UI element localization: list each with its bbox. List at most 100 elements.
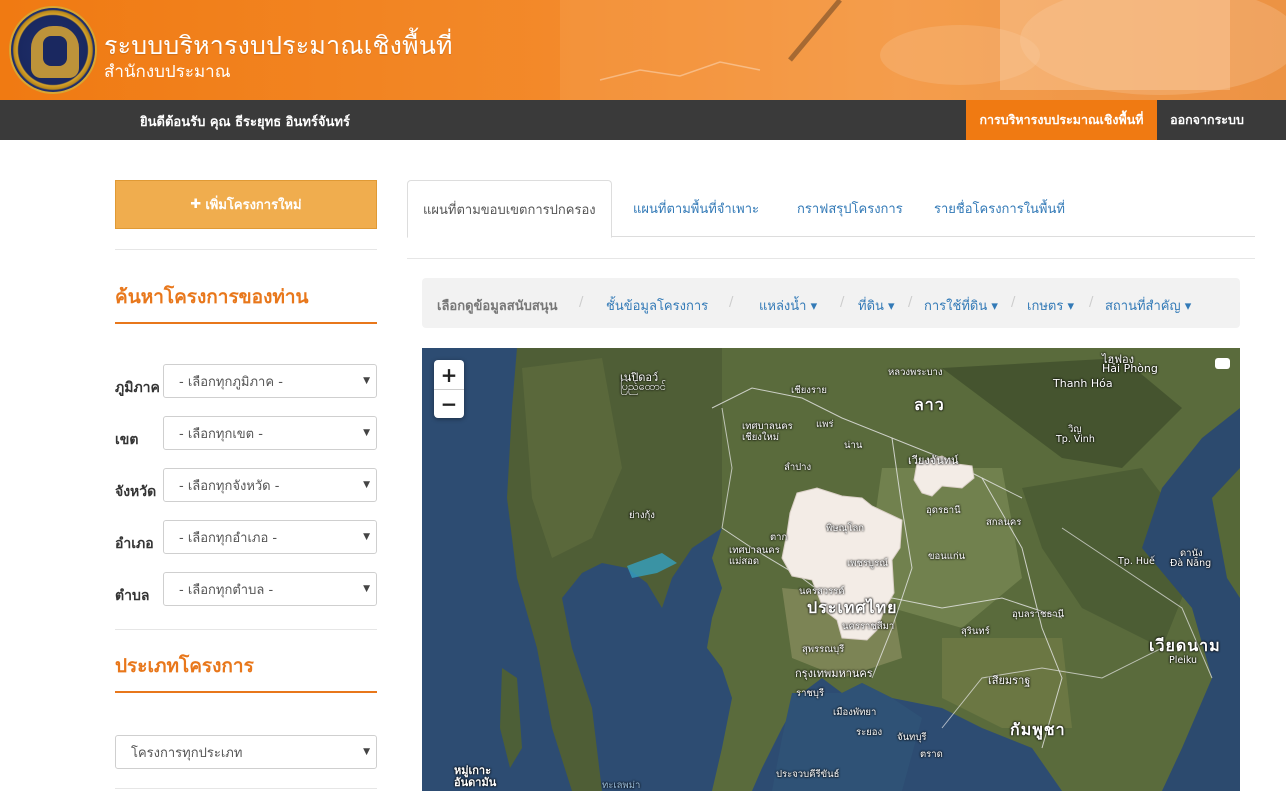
map-label-chanthaburi: จันทบุรี [897, 732, 927, 743]
divider [115, 788, 377, 789]
project-type-select-value: โครงการทุกประเภท [131, 745, 243, 761]
map-label-andaman-sea: ทะเลพม่า [602, 780, 641, 791]
search-heading: ค้นหาโครงการของท่าน [115, 286, 309, 308]
layers-toggle-icon[interactable] [1215, 358, 1230, 369]
map-label-andaman: หมู่เกาะ อันดามัน [454, 764, 497, 789]
layer-land-menu[interactable]: ที่ดิน ▾ [858, 295, 895, 316]
separator: / [908, 295, 913, 310]
nav-budget-management[interactable]: การบริหารงบประมาณเชิงพื้นที่ [966, 100, 1157, 140]
tab-admin-boundary-map[interactable]: แผนที่ตามขอบเขตการปกครอง [407, 180, 612, 238]
separator: / [1011, 295, 1016, 310]
region-select[interactable]: - เลือกทุกภูมิภาค - ▼ [163, 364, 377, 398]
map-label-nan: น่าน [844, 440, 863, 451]
layer-landuse-label: การใช้ที่ดิน [924, 299, 988, 314]
dropdown-arrow-icon: ▼ [363, 376, 370, 386]
separator: / [840, 295, 845, 310]
dropdown-arrow-icon: ▼ [363, 480, 370, 490]
map-label-prachuap: ประจวบคีรีขันธ์ [776, 769, 840, 780]
caret-down-icon: ▾ [810, 299, 818, 314]
welcome-text: ยินดีต้อนรับ คุณ ธีระยุทธ อินทร์จันทร์ [140, 115, 350, 130]
map-label-sakonnakhon: สกลนคร [986, 517, 1022, 528]
add-project-button[interactable]: ✚ เพิ่มโครงการใหม่ [115, 180, 377, 229]
map-label-trat: ตราด [920, 749, 943, 760]
divider [407, 258, 1255, 259]
map-label-pleiku: Pleiku [1169, 655, 1198, 666]
support-data-bar: เลือกดูข้อมูลสนับสนุน / ชั้นข้อมูลโครงกา… [422, 278, 1240, 328]
zoom-control: + − [434, 360, 464, 418]
header-banner: ระบบบริหารงบประมาณเชิงพื้นที่ สำนักงบประ… [0, 0, 1286, 100]
map-label-lampang: ลำปาง [784, 462, 812, 473]
map-label-siemreap: เสียมราฐ [988, 674, 1031, 687]
map-label-chiangrai: เชียงราย [791, 385, 827, 396]
tab-project-list[interactable]: รายชื่อโครงการในพื้นที่ [934, 180, 1065, 237]
heading-underline [115, 322, 377, 324]
map-label-ratchaburi: ราชบุรี [796, 688, 825, 699]
layer-landuse-menu[interactable]: การใช้ที่ดิน ▾ [924, 295, 998, 316]
zoom-out-button[interactable]: − [434, 389, 464, 418]
map-label-hue: Tp. Huế [1118, 556, 1155, 567]
map-view[interactable]: ลาว ประเทศไทย กัมพูชา เวียดนาม เนปิดอว์ … [422, 348, 1240, 791]
zone-select[interactable]: - เลือกทุกเขต - ▼ [163, 416, 377, 450]
district-label: อำเภอ [115, 536, 154, 552]
map-label-ubon: อุบลราชธานี [1012, 609, 1065, 620]
map-label-thanhhoa: Thanh Hóa [1053, 377, 1113, 390]
map-label-rayong: ระยอง [856, 727, 883, 738]
zoom-in-button[interactable]: + [434, 360, 464, 389]
separator: / [579, 295, 584, 310]
map-label-chiangmai: เทศบาลนคร เชียงใหม่ [742, 421, 793, 443]
caret-down-icon: ▾ [888, 299, 895, 314]
logo-emblem-center [43, 36, 67, 66]
separator: / [1089, 295, 1094, 310]
map-label-bangkok: กรุงเทพมหานคร [795, 667, 873, 680]
site-subtitle: สำนักงบประมาณ [104, 62, 231, 82]
subdistrict-select[interactable]: - เลือกทุกตำบล - ▼ [163, 572, 377, 606]
caret-down-icon: ▾ [1067, 299, 1074, 314]
map-label-nakhonsawan: นครสวรรค์ [799, 586, 845, 597]
layer-water-menu[interactable]: แหล่งน้ำ ▾ [759, 295, 817, 316]
caret-down-icon: ▾ [991, 299, 998, 314]
layer-landmarks-menu[interactable]: สถานที่สำคัญ ▾ [1105, 295, 1191, 316]
map-label-laos: ลาว [914, 395, 945, 414]
satellite-basemap [422, 348, 1240, 791]
subdistrict-select-value: - เลือกทุกตำบล - [179, 582, 274, 598]
map-label-udonthani: อุดรธานี [926, 505, 961, 516]
zone-select-value: - เลือกทุกเขต - [179, 426, 263, 442]
map-label-phitsanulok: พิษณุโลก [826, 523, 865, 534]
tab-project-summary-chart[interactable]: กราฟสรุปโครงการ [797, 180, 903, 237]
tab-specific-area-map[interactable]: แผนที่ตามพื้นที่จำเพาะ [633, 180, 759, 237]
map-label-phrae: แพร่ [816, 419, 834, 430]
layer-agriculture-menu[interactable]: เกษตร ▾ [1027, 295, 1074, 316]
plus-icon: ✚ [190, 197, 202, 212]
district-select[interactable]: - เลือกทุกอำเภอ - ▼ [163, 520, 377, 554]
map-label-surin: สุรินทร์ [961, 626, 990, 637]
subdistrict-label: ตำบล [115, 588, 150, 604]
budget-bureau-logo[interactable] [9, 6, 97, 94]
project-type-select[interactable]: โครงการทุกประเภท ▼ [115, 735, 377, 769]
caret-down-icon: ▾ [1184, 299, 1192, 314]
map-label-yangon: ย่างกุ้ง [629, 510, 655, 521]
region-select-value: - เลือกทุกภูมิภาค - [179, 374, 283, 390]
support-data-label: เลือกดูข้อมูลสนับสนุน [437, 299, 558, 314]
map-label-khonkaen: ขอนแก่น [928, 551, 966, 562]
dropdown-arrow-icon: ▼ [363, 532, 370, 542]
map-label-tak: ตาก [770, 532, 788, 543]
dropdown-arrow-icon: ▼ [363, 747, 370, 757]
view-tabs: แผนที่ตามขอบเขตการปกครอง แผนที่ตามพื้นที… [407, 180, 1255, 238]
map-label-vientiane: เวียงจันทน์ [908, 454, 959, 467]
province-select-value: - เลือกทุกจังหวัด - [179, 478, 280, 494]
dropdown-arrow-icon: ▼ [363, 428, 370, 438]
province-label: จังหวัด [115, 484, 157, 500]
map-label-pattaya: เมืองพัทยา [833, 707, 877, 718]
province-select[interactable]: - เลือกทุกจังหวัด - ▼ [163, 468, 377, 502]
map-label-thailand: ประเทศไทย [807, 598, 898, 617]
map-label-danang: Đà Nẵng [1170, 558, 1212, 569]
layer-project-data[interactable]: ชั้นข้อมูลโครงการ [606, 295, 708, 316]
map-label-maesot: เทศบาลนคร แม่สอด [729, 545, 780, 567]
logout-link[interactable]: ออกจากระบบ [1157, 100, 1257, 140]
add-project-label: เพิ่มโครงการใหม่ [205, 198, 302, 213]
layer-agriculture-label: เกษตร [1027, 299, 1064, 314]
map-label-vinh: Tp. Vinh [1056, 434, 1095, 445]
layer-land-label: ที่ดิน [858, 299, 884, 314]
region-label: ภูมิภาค [115, 380, 160, 396]
top-navbar: ยินดีต้อนรับ คุณ ธีระยุทธ อินทร์จันทร์ ก… [0, 100, 1286, 140]
